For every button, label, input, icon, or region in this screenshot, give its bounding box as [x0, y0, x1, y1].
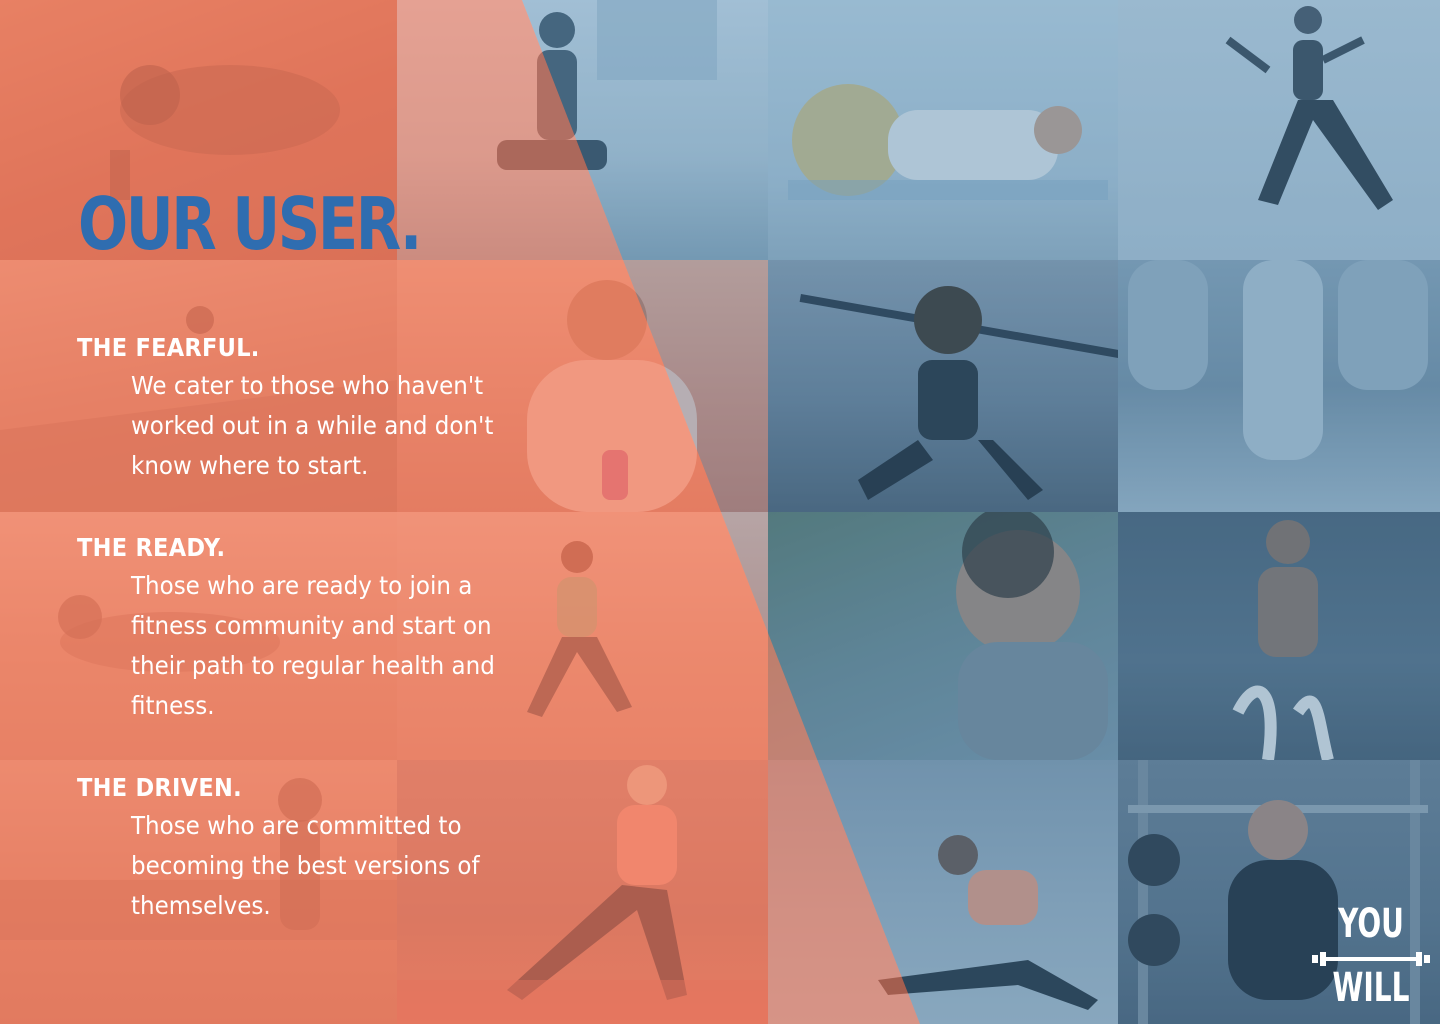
- segment-description: Those who are committed to becoming the …: [131, 811, 480, 920]
- dumbbell-icon: [1312, 952, 1430, 966]
- you-will-logo: YOU WILL: [1312, 902, 1430, 1014]
- segment-description: We cater to those who haven't worked out…: [131, 371, 494, 480]
- logo-top-word: YOU: [1338, 901, 1404, 947]
- segment-ready: THE READY. Those who are ready to join a…: [77, 533, 637, 726]
- segment-driven: THE DRIVEN. Those who are committed to b…: [77, 773, 637, 926]
- segment-heading: THE FEARFUL.: [77, 333, 260, 362]
- segment-heading: THE READY.: [77, 533, 226, 562]
- segment-description: Those who are ready to join a fitness co…: [131, 571, 495, 720]
- segment-heading: THE DRIVEN.: [77, 773, 242, 802]
- page-title: OUR USER.: [78, 182, 422, 266]
- logo-bottom-word: WILL: [1332, 965, 1410, 1011]
- segment-fearful: THE FEARFUL. We cater to those who haven…: [77, 333, 637, 486]
